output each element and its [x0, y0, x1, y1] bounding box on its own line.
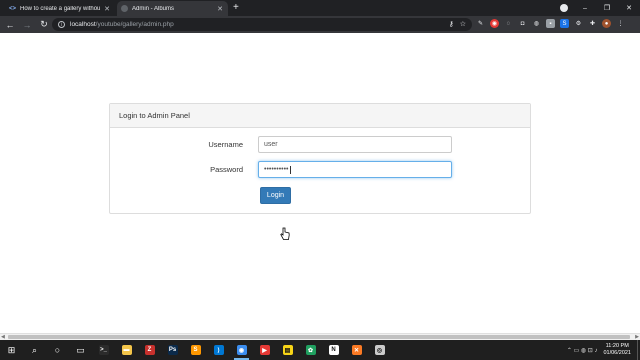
extensions-bar: ✎ ◉ ◌ ◘ ◍ ▪ S ⚙ ✚ ● ⋮ — [476, 19, 625, 28]
taskbar-obs-button[interactable]: ◎ — [368, 340, 391, 360]
address-bar[interactable]: i localhost/youtube/gallery/admin.php ⚷ … — [52, 18, 472, 31]
eyedropper-icon[interactable]: ✎ — [476, 19, 485, 28]
screenshot-icon[interactable]: ◌ — [504, 19, 513, 28]
taskbar-search-button[interactable]: ⌕ — [23, 340, 46, 360]
password-input[interactable]: •••••••••• — [258, 161, 452, 178]
taskbar-app-green-button[interactable]: ✿ — [299, 340, 322, 360]
extension-s-icon[interactable]: S — [560, 19, 569, 28]
url-text: localhost/youtube/gallery/admin.php — [70, 21, 174, 28]
login-button[interactable]: Login — [260, 187, 291, 204]
tab-title: Admin - Albums — [132, 5, 175, 12]
url-host: localhost — [70, 21, 96, 28]
file-explorer-icon: ▬ — [121, 345, 132, 355]
browser-tab-strip: <> How to create a gallery without a... … — [0, 0, 640, 16]
address-bar-actions: ⚷ ☆ — [449, 20, 466, 28]
extension-gray-icon[interactable]: ◍ — [532, 19, 541, 28]
extension-square-icon[interactable]: ▪ — [546, 19, 555, 28]
xampp-icon: ✕ — [351, 345, 362, 355]
close-window-button[interactable]: ✕ — [618, 0, 640, 16]
terminal-icon: >_ — [98, 345, 109, 355]
taskbar-task-view-button[interactable]: ▭ — [69, 340, 92, 360]
tab-gallery-tutorial[interactable]: <> How to create a gallery without a... … — [5, 1, 115, 16]
app-green-icon: ✿ — [305, 345, 316, 355]
obs-icon: ◎ — [374, 345, 385, 355]
close-tab-icon[interactable]: ✕ — [216, 5, 224, 13]
taskbar-terminal-button[interactable]: >_ — [92, 340, 115, 360]
username-row: Username user — [110, 136, 530, 153]
vpn-icon[interactable]: ⚙ — [574, 19, 583, 28]
username-input[interactable]: user — [258, 136, 452, 153]
taskbar-file-explorer-button[interactable]: ▬ — [115, 340, 138, 360]
text-caret — [289, 165, 291, 174]
filezilla-icon: Z — [144, 345, 155, 355]
taskbar-sublime-text-button[interactable]: S — [184, 340, 207, 360]
taskbar-xampp-button[interactable]: ✕ — [345, 340, 368, 360]
taskbar-photoshop-button[interactable]: Ps — [161, 340, 184, 360]
chrome-icon: ◉ — [236, 345, 247, 355]
password-row: Password •••••••••• — [110, 161, 530, 178]
tab-admin-albums[interactable]: Admin - Albums ✕ — [117, 1, 228, 16]
sublime-text-icon: S — [190, 345, 201, 355]
key-icon[interactable]: ⚷ — [449, 20, 454, 28]
info-icon[interactable]: i — [58, 21, 65, 28]
clock-date: 01/06/2021 — [603, 350, 631, 356]
profile-icon[interactable] — [560, 4, 568, 12]
new-tab-button[interactable]: + — [233, 2, 239, 14]
reload-button[interactable]: ↻ — [37, 18, 51, 32]
notion-icon: N — [328, 345, 339, 355]
task-view-icon: ▭ — [76, 344, 85, 355]
close-tab-icon[interactable]: ✕ — [103, 5, 111, 13]
cortana-icon: ○ — [54, 345, 61, 355]
username-label: Username — [208, 140, 243, 149]
photoshop-icon: Ps — [167, 345, 178, 355]
taskbar-youtube-button[interactable]: ▶ — [253, 340, 276, 360]
extension-red-icon[interactable]: ◉ — [490, 19, 499, 28]
password-label: Password — [210, 165, 243, 174]
browser-toolbar: ← → ↻ i localhost/youtube/gallery/admin.… — [0, 16, 640, 33]
tray-icons[interactable]: ⌃ ▭ ◍ ⊡ ♪ — [567, 347, 598, 354]
taskbar-sticky-notes-button[interactable]: ▤ — [276, 340, 299, 360]
hand-cursor-icon — [280, 227, 290, 240]
tab-title: How to create a gallery without a... — [20, 5, 100, 12]
sticky-notes-icon: ▤ — [282, 345, 293, 355]
taskbar-notion-button[interactable]: N — [322, 340, 345, 360]
horizontal-scrollbar[interactable]: ◀ ▶ — [0, 333, 640, 340]
search-icon: ⌕ — [31, 344, 38, 355]
page-content: Login to Admin Panel Username user Passw… — [0, 33, 640, 333]
youtube-icon: ▶ — [259, 345, 270, 355]
windows-taskbar: ⊞ ⌕ ○ ▭ >_ ▬ Z Ps S ⟩ ◉ ▶ ▤ ✿ N ✕ ◎ — [0, 340, 640, 360]
back-button[interactable]: ← — [3, 18, 17, 32]
password-value: •••••••••• — [264, 166, 289, 173]
taskbar-windows-start-button[interactable]: ⊞ — [0, 340, 23, 360]
panel-heading: Login to Admin Panel — [110, 104, 530, 128]
clock[interactable]: 11:20 PM 01/06/2021 — [603, 343, 631, 357]
taskbar-chrome-button[interactable]: ◉ — [230, 340, 253, 360]
taskbar-cortana-button[interactable]: ○ — [46, 340, 69, 360]
clock-time: 11:20 PM — [605, 343, 629, 349]
login-panel: Login to Admin Panel Username user Passw… — [109, 103, 531, 214]
system-tray: ⌃ ▭ ◍ ⊡ ♪ 11:20 PM 01/06/2021 — [567, 340, 640, 360]
extensions-puzzle-icon[interactable]: ✚ — [588, 19, 597, 28]
taskbar-filezilla-button[interactable]: Z — [138, 340, 161, 360]
camera-icon[interactable]: ◘ — [518, 19, 527, 28]
forward-button[interactable]: → — [20, 18, 34, 32]
avatar[interactable]: ● — [602, 19, 611, 28]
scrollbar-thumb[interactable] — [8, 335, 630, 339]
url-path: /youtube/gallery/admin.php — [95, 21, 174, 28]
minimize-button[interactable]: – — [574, 0, 596, 16]
vscode-icon: ⟩ — [213, 345, 224, 355]
more-menu-icon[interactable]: ⋮ — [616, 19, 625, 28]
windows-start-icon: ⊞ — [7, 344, 16, 355]
code-icon: <> — [9, 5, 17, 12]
maximize-button[interactable]: ❐ — [596, 0, 618, 16]
window-controls: – ❐ ✕ — [574, 0, 640, 16]
taskbar-vscode-button[interactable]: ⟩ — [207, 340, 230, 360]
bookmark-star-icon[interactable]: ☆ — [460, 20, 466, 28]
globe-icon — [121, 5, 128, 12]
